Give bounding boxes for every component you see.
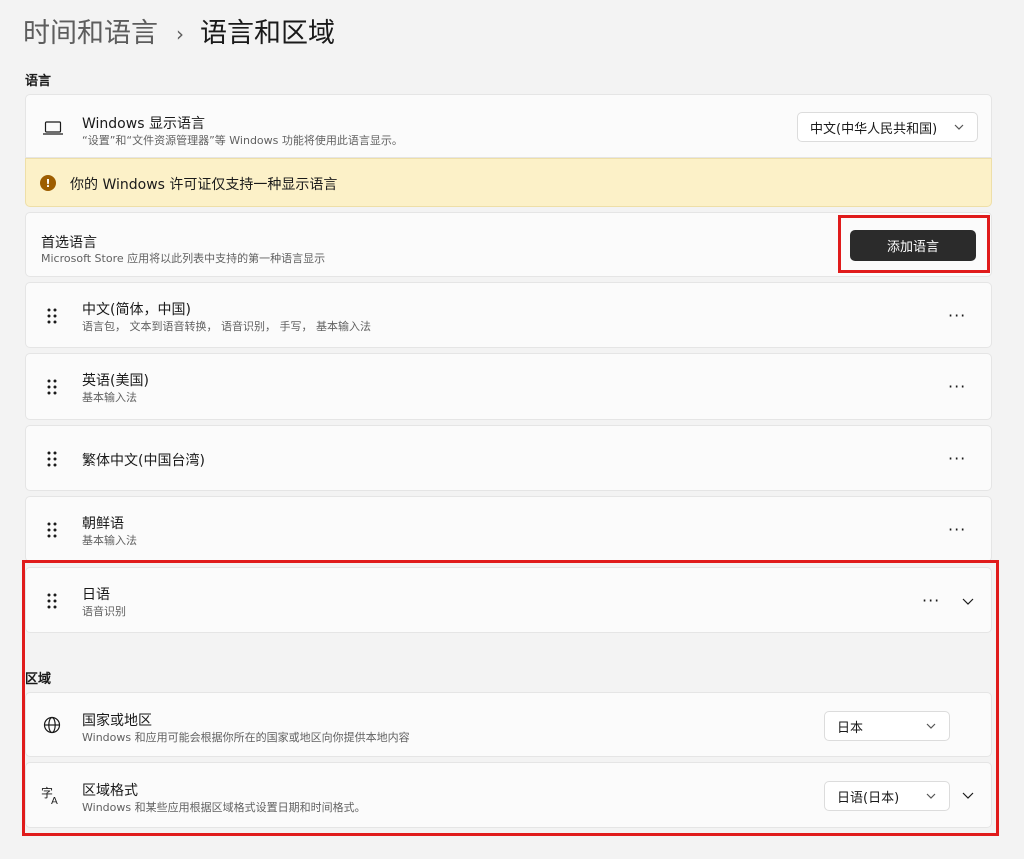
language-format-icon: 字 A <box>41 785 58 805</box>
display-language-subtitle: “设置”和“文件资源管理器”等 Windows 功能将使用此语言显示。 <box>82 134 403 147</box>
chevron-down-icon[interactable] <box>961 788 975 802</box>
chevron-down-icon <box>954 124 964 130</box>
license-warning-banner: ! 你的 Windows 许可证仅支持一种显示语言 <box>25 158 992 207</box>
country-region-dropdown[interactable]: 日本 <box>824 711 950 741</box>
more-options-icon[interactable]: ··· <box>948 451 966 467</box>
more-options-icon[interactable]: ··· <box>948 308 966 324</box>
display-language-title: Windows 显示语言 <box>82 116 205 132</box>
country-region-title: 国家或地区 <box>82 713 152 729</box>
language-name: 朝鲜语 <box>82 516 124 532</box>
display-language-row: Windows 显示语言 “设置”和“文件资源管理器”等 Windows 功能将… <box>25 94 992 158</box>
preferred-languages-title: 首选语言 <box>41 235 97 251</box>
drag-handle-icon[interactable] <box>47 379 57 395</box>
warning-icon: ! <box>40 175 56 191</box>
country-region-value: 日本 <box>837 720 864 736</box>
more-options-icon[interactable]: ··· <box>948 379 966 395</box>
laptop-icon <box>43 121 63 135</box>
language-features: 基本输入法 <box>82 391 137 404</box>
chevron-down-icon <box>926 793 936 799</box>
country-region-subtitle: Windows 和应用可能会根据你所在的国家或地区向你提供本地内容 <box>82 731 410 744</box>
display-language-value: 中文(中华人民共和国) <box>810 121 938 137</box>
language-row[interactable]: 中文(简体，中国) 语言包， 文本到语音转换， 语音识别， 手写， 基本输入法 … <box>25 282 992 348</box>
language-row[interactable]: 日语 语音识别 ··· <box>25 567 992 633</box>
preferred-languages-row: 首选语言 Microsoft Store 应用将以此列表中支持的第一种语言显示 <box>25 212 992 277</box>
globe-icon <box>43 716 61 734</box>
more-options-icon[interactable]: ··· <box>948 522 966 538</box>
page-title: 语言和区域 <box>200 18 335 49</box>
language-name: 日语 <box>82 587 110 603</box>
language-row[interactable]: 繁体中文(中国台湾) ··· <box>25 425 992 491</box>
display-language-dropdown[interactable]: 中文(中华人民共和国) <box>797 112 978 142</box>
breadcrumb-parent[interactable]: 时间和语言 <box>23 14 158 54</box>
breadcrumb: 时间和语言 › 语言和区域 <box>23 14 335 54</box>
country-region-row: 国家或地区 Windows 和应用可能会根据你所在的国家或地区向你提供本地内容 … <box>25 692 992 757</box>
language-name: 英语(美国) <box>82 373 149 389</box>
more-options-icon[interactable]: ··· <box>922 593 940 609</box>
language-row[interactable]: 朝鲜语 基本输入法 ··· <box>25 496 992 562</box>
language-features: 基本输入法 <box>82 534 137 547</box>
preferred-languages-subtitle: Microsoft Store 应用将以此列表中支持的第一种语言显示 <box>41 252 326 265</box>
drag-handle-icon[interactable] <box>47 451 57 467</box>
svg-text:A: A <box>51 796 58 805</box>
drag-handle-icon[interactable] <box>47 308 57 324</box>
regional-format-row[interactable]: 字 A 区域格式 Windows 和某些应用根据区域格式设置日期和时间格式。 日… <box>25 762 992 828</box>
regional-format-title: 区域格式 <box>82 783 138 799</box>
regional-format-dropdown[interactable]: 日语(日本) <box>824 781 950 811</box>
language-row[interactable]: 英语(美国) 基本输入法 ··· <box>25 353 992 420</box>
language-name: 中文(简体，中国) <box>82 302 191 318</box>
drag-handle-icon[interactable] <box>47 593 57 609</box>
region-section-title: 区域 <box>25 672 52 687</box>
drag-handle-icon[interactable] <box>47 522 57 538</box>
license-warning-text: 你的 Windows 许可证仅支持一种显示语言 <box>70 177 338 193</box>
language-features: 语言包， 文本到语音转换， 语音识别， 手写， 基本输入法 <box>82 320 371 333</box>
breadcrumb-separator: › <box>176 22 184 46</box>
add-language-button[interactable]: 添加语言 <box>850 230 976 261</box>
chevron-down-icon[interactable] <box>961 594 975 608</box>
language-features: 语音识别 <box>82 605 126 618</box>
language-name: 繁体中文(中国台湾) <box>82 453 205 469</box>
chevron-down-icon <box>926 723 936 729</box>
language-section-title: 语言 <box>25 74 52 89</box>
regional-format-subtitle: Windows 和某些应用根据区域格式设置日期和时间格式。 <box>82 801 366 814</box>
regional-format-value: 日语(日本) <box>837 790 900 806</box>
